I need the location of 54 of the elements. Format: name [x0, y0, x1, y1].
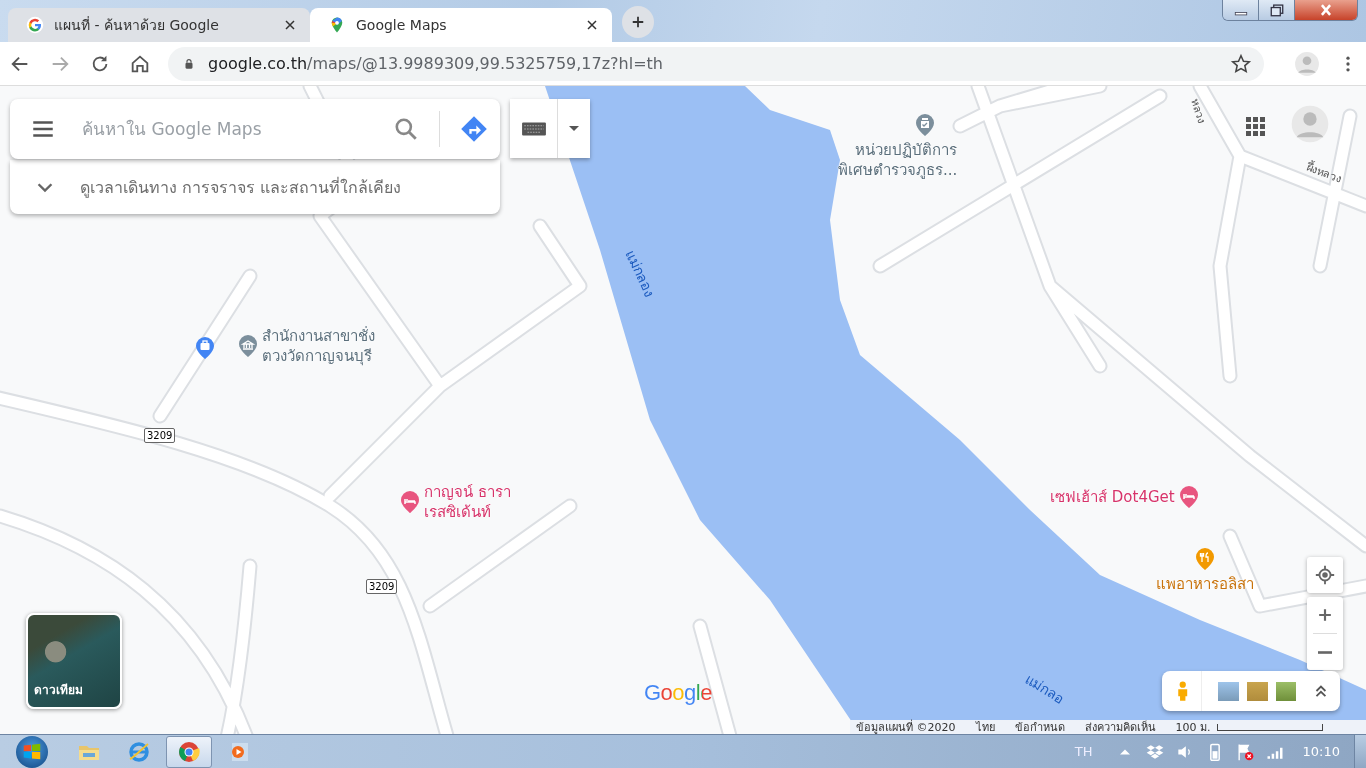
my-location-button[interactable] [1307, 557, 1343, 593]
close-window-button[interactable] [1295, 0, 1357, 20]
satellite-layer-button[interactable]: ดาวเทียม [26, 613, 122, 709]
close-icon [1320, 3, 1332, 17]
minus-icon [1318, 650, 1332, 654]
field-photo-thumbnail[interactable] [1246, 681, 1268, 701]
bookmark-star-button[interactable] [1230, 52, 1252, 75]
restore-icon [1270, 4, 1283, 17]
fork-knife-pin-icon[interactable] [1193, 546, 1217, 572]
url-text: google.co.th/maps/@13.9989309,99.5325759,17z?hl=th [208, 54, 664, 73]
search-icon [393, 116, 419, 142]
search-field[interactable]: ค้นหาใน Google Maps [80, 118, 364, 140]
building-pin-icon[interactable] [236, 333, 260, 360]
place-label[interactable]: หน่วยปฏิบัติการ พิเศษตำรวจภูธร... [838, 140, 958, 181]
ie-logo-icon [127, 739, 151, 764]
place-label[interactable]: เซฟเฮ้าส์ Dot4Get [1050, 486, 1175, 508]
bed-pin-icon[interactable] [398, 489, 422, 516]
crosshair-icon [1314, 564, 1336, 586]
map-data-credit: ข้อมูลแผนที่ ©2020 [856, 718, 956, 734]
show-desktop-button[interactable] [1354, 734, 1366, 768]
route-number: 3209 [144, 428, 176, 443]
footer-link[interactable]: ข้อกำหนด [1014, 718, 1065, 734]
address-bar[interactable]: google.co.th/maps/@13.9989309,99.5325759,17z?hl=th [168, 46, 1264, 81]
browser-tab[interactable]: Google Maps [310, 8, 612, 42]
minimize-icon [1234, 12, 1247, 16]
profile-avatar-icon[interactable] [1294, 50, 1320, 77]
star-icon [1230, 52, 1252, 75]
explore-text: ดูเวลาเดินทาง การจราจร และสถานที่ใกล้เคียง [80, 176, 402, 200]
footer-link[interactable]: ส่งความคิดเห็น [1084, 718, 1156, 734]
search-button[interactable] [393, 116, 419, 142]
profile-avatar-icon[interactable] [1290, 104, 1330, 144]
scale-label: 100 ม. [1175, 720, 1211, 734]
sky-photo-thumbnail[interactable] [1218, 681, 1239, 701]
directions-icon [460, 115, 488, 143]
restore-button[interactable] [1259, 0, 1295, 20]
place-label[interactable]: กาญจน์ ธารา เรสซิเด้นท์ [424, 482, 511, 523]
road-label: หลวง [1186, 96, 1209, 126]
taskbar-app-button[interactable] [166, 735, 212, 768]
place-label[interactable]: สำนักงานสาขาชั่ง ตวงวัดกาญจนบุรี [262, 326, 375, 367]
chrome-logo-icon [177, 739, 201, 764]
briefcase-pin-icon[interactable] [193, 334, 217, 362]
foliage-photo-thumbnail[interactable] [1275, 681, 1297, 701]
apps-grid-icon[interactable] [1243, 114, 1267, 138]
place-label[interactable]: แพอาหารอลิสา [1156, 574, 1254, 595]
footer-link[interactable]: ไทย [975, 718, 995, 734]
google-g-icon [26, 16, 44, 34]
caret-icon [568, 126, 579, 131]
directions-button[interactable] [460, 115, 488, 143]
keyboard-button[interactable] [510, 99, 558, 158]
browser-tab[interactable]: แผนที่ - ค้นหาด้วย Google [8, 8, 310, 42]
route-number: 3209 [366, 579, 398, 594]
new-tab-button[interactable] [622, 6, 654, 38]
start-button[interactable] [16, 735, 48, 768]
explore-panel[interactable]: ดูเวลาเดินทาง การจราจร และสถานที่ใกล้เคียง [10, 160, 500, 214]
